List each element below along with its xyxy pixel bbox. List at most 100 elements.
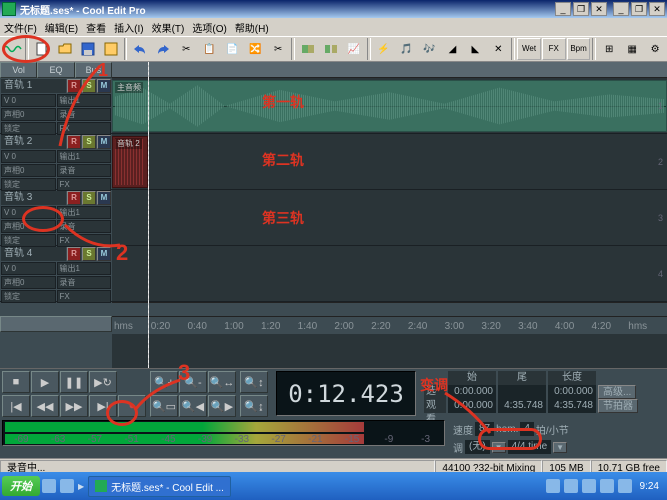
lock-field[interactable]: 锁定 [1, 290, 56, 303]
menu-help[interactable]: 帮助(H) [235, 20, 269, 35]
fx2-button[interactable]: 🎵 [396, 38, 418, 60]
mdi-maximize-button[interactable]: ❐ [573, 2, 589, 16]
rec-field[interactable]: 录音 [57, 164, 112, 177]
snap-button[interactable]: ⊞ [598, 38, 620, 60]
menu-view[interactable]: 查看 [86, 20, 106, 35]
group-button[interactable] [297, 38, 319, 60]
play-loop-button[interactable]: ▶↻ [89, 371, 117, 393]
fx-button[interactable]: FX [542, 38, 566, 60]
zoom-left-button[interactable]: 🔍◀ [179, 395, 207, 417]
record-arm-button[interactable]: R [67, 191, 81, 205]
playhead[interactable] [148, 62, 149, 368]
tray-icon[interactable] [546, 479, 560, 493]
taskbar-clock[interactable]: 9:24 [634, 481, 665, 492]
pan-field[interactable]: 声相0 [1, 220, 56, 233]
envelope-button[interactable]: 📈 [343, 38, 365, 60]
view-begin[interactable]: 0:00.000 [448, 399, 496, 413]
go-start-button[interactable]: |◀ [2, 395, 30, 417]
mdi-minimize-button[interactable]: _ [555, 2, 571, 16]
menu-file[interactable]: 文件(F) [4, 20, 37, 35]
track-lane-3[interactable]: 3 [112, 190, 667, 246]
lock-field[interactable]: 锁定 [1, 122, 56, 135]
taskbar-app-button[interactable]: 无标题.ses* - Cool Edit ... [88, 476, 231, 497]
fx-field[interactable]: FX [57, 122, 112, 135]
fx1-button[interactable]: ⚡ [373, 38, 395, 60]
mute-button[interactable]: M [97, 191, 111, 205]
fade-button[interactable]: ◣ [464, 38, 486, 60]
solo-button[interactable]: S [82, 135, 96, 149]
open-button[interactable] [54, 38, 76, 60]
beats-field[interactable]: 4 [520, 422, 534, 436]
play-button[interactable]: ▶ [31, 371, 59, 393]
mute-button[interactable]: M [97, 79, 111, 93]
rewind-button[interactable]: ◀◀ [31, 395, 59, 417]
solo-button[interactable]: S [82, 247, 96, 261]
time-ruler[interactable]: hms 0:200:401:001:201:402:002:202:403:00… [112, 316, 667, 334]
waveform-area[interactable]: 主音频 1 音轨 2 2 3 4 hms 0:200:401:001:201:4… [112, 62, 667, 368]
pan-field[interactable]: 声相0 [1, 108, 56, 121]
track-header-1[interactable]: 音轨 1 R S M V 0输出1 声相0录音 锁定FX [0, 78, 112, 134]
quicklaunch-icon[interactable] [42, 479, 56, 493]
record-arm-button[interactable]: R [67, 247, 81, 261]
record-arm-button[interactable]: R [67, 79, 81, 93]
pan-field[interactable]: 声相0 [1, 276, 56, 289]
track-lane-1[interactable]: 主音频 1 [112, 78, 667, 134]
output-field[interactable]: 输出1 [57, 206, 112, 219]
metronome-button[interactable]: 节拍器 [598, 399, 638, 413]
key-dropdown-icon[interactable]: ▼ [492, 442, 506, 453]
quicklaunch-icon[interactable] [60, 479, 74, 493]
forward-button[interactable]: ▶▶ [60, 395, 88, 417]
pan-field[interactable]: 声相0 [1, 164, 56, 177]
tray-icon[interactable] [564, 479, 578, 493]
tempo-field[interactable]: 87 [475, 422, 494, 436]
output-field[interactable]: 输出1 [57, 150, 112, 163]
mix-paste-button[interactable]: 🔀 [244, 38, 266, 60]
volume-field[interactable]: V 0 [1, 94, 56, 107]
zoom-vert-in-button[interactable]: 🔍↕ [240, 371, 268, 393]
tray-icon[interactable] [582, 479, 596, 493]
track-header-3[interactable]: 音轨 3 R S M V 0输出1 声相0录音 锁定FX [0, 190, 112, 246]
sel-begin[interactable]: 0:00.000 [448, 385, 496, 399]
lock-field[interactable]: 锁定 [1, 178, 56, 191]
start-button[interactable]: 开始 [2, 476, 40, 496]
track-name[interactable]: 音轨 3 [1, 191, 66, 205]
volume-field[interactable]: V 0 [1, 262, 56, 275]
zoom-right-button[interactable]: 🔍▶ [208, 395, 236, 417]
go-end-button[interactable]: ▶| [89, 395, 117, 417]
tab-bus[interactable]: Bus [75, 62, 112, 78]
wet-button[interactable]: Wet [517, 38, 541, 60]
hscrollbar[interactable] [112, 302, 667, 316]
mute-button[interactable]: M [97, 247, 111, 261]
timesig-dropdown-icon[interactable]: ▼ [553, 442, 567, 453]
fx-field[interactable]: FX [57, 178, 112, 191]
audio-clip-2[interactable]: 音轨 2 [112, 136, 148, 188]
track-header-2[interactable]: 音轨 2 R S M V 0输出1 声相0录音 锁定FX [0, 134, 112, 190]
copy-button[interactable]: ✂ [175, 38, 197, 60]
vscroll-button[interactable] [0, 316, 112, 332]
track-name[interactable]: 音轨 4 [1, 247, 66, 261]
close-button[interactable]: ✕ [649, 2, 665, 16]
save-button[interactable] [77, 38, 99, 60]
tray-icon[interactable] [600, 479, 614, 493]
stop-button[interactable]: ■ [2, 371, 30, 393]
tab-vol[interactable]: Vol [0, 62, 37, 78]
lock-field[interactable]: 锁定 [1, 234, 56, 247]
zoom-full-button[interactable]: 🔍↔ [208, 371, 236, 393]
timesig-field[interactable]: 4/4 time [508, 440, 552, 454]
output-field[interactable]: 输出1 [57, 262, 112, 275]
track-lane-2[interactable]: 音轨 2 2 [112, 134, 667, 190]
key-field[interactable]: (无) [465, 440, 490, 454]
fx-field[interactable]: FX [57, 234, 112, 247]
menu-options[interactable]: 选项(O) [192, 20, 226, 35]
zoom-out-button[interactable]: 🔍- [179, 371, 207, 393]
redo-button[interactable] [152, 38, 174, 60]
settings-button[interactable]: ⚙ [644, 38, 666, 60]
zoom-vert-out-button[interactable]: 🔍↨ [240, 395, 268, 417]
track-header-4[interactable]: 音轨 4 R S M V 0输出1 声相0录音 锁定FX [0, 246, 112, 302]
view-length[interactable]: 4:35.748 [548, 399, 596, 413]
sel-end[interactable] [498, 385, 546, 399]
zoom-sel-button[interactable]: 🔍▭ [150, 395, 178, 417]
batch-button[interactable] [100, 38, 122, 60]
view-end[interactable]: 4:35.748 [498, 399, 546, 413]
trim-button[interactable]: ✂ [267, 38, 289, 60]
